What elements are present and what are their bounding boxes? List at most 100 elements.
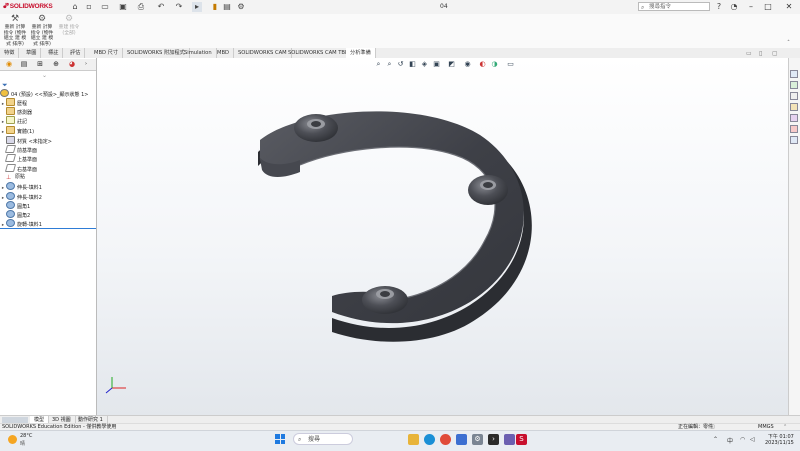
chrome-icon[interactable] (440, 434, 451, 445)
tree-item-label: 原點 (15, 174, 26, 180)
previous-view-icon[interactable]: ↺ (396, 60, 405, 69)
undo-icon[interactable]: ↶ (156, 2, 166, 12)
select-icon[interactable]: ▸ (192, 2, 202, 12)
network-icon[interactable]: ◠ (740, 436, 745, 443)
search-input[interactable]: ⌕ 搜尋指令 (638, 2, 710, 11)
file-properties-icon[interactable]: ▤ (222, 2, 232, 12)
tree-item-material[interactable]: 材質 <未指定> (0, 136, 52, 145)
custom-properties-icon[interactable] (790, 125, 798, 133)
tab-mbd[interactable]: MBD (213, 48, 235, 58)
tab-features[interactable]: 特徵 (0, 48, 20, 58)
window-tile-icon[interactable]: ▯ (759, 50, 762, 57)
resources-icon[interactable] (790, 70, 798, 78)
file-explorer-icon[interactable] (790, 92, 798, 100)
sensor-icon (6, 107, 15, 115)
home-icon[interactable]: ⌂ (70, 2, 80, 12)
view-orientation-icon[interactable]: ▣ (432, 60, 441, 69)
tree-item-revolve1[interactable]: ▸ 旋轉-填料1 (0, 219, 42, 228)
open-icon[interactable]: ▭ (100, 2, 110, 12)
tree-item-annotations[interactable]: ▸ 註記 (0, 116, 27, 125)
tab-mbd-dimensions[interactable]: MBD 尺寸 (90, 48, 124, 58)
tree-item-right-plane[interactable]: 右基準面 (0, 164, 37, 173)
new-icon[interactable]: ▫ (84, 2, 94, 12)
property-manager-tab-icon[interactable]: ▤ (18, 60, 30, 69)
clock[interactable]: 下午 01:07 2023/11/15 (765, 433, 794, 446)
display-manager-tab-icon[interactable]: ◕ (66, 60, 78, 69)
tab-cam-tbm[interactable]: SOLIDWORKS CAM TBM (284, 48, 355, 58)
rebuild-order-button-2[interactable]: ⚙ 重新 計算 指令 (物件 組立 建 模式 排序) (29, 15, 55, 47)
help-icon[interactable]: ? (714, 2, 724, 12)
windows-start-icon[interactable] (275, 434, 285, 444)
rebuild-order-button[interactable]: ⚒ 重新 計算 指令 (物件 組立 建 模式 排序) (2, 15, 28, 47)
solidworks-taskbar-icon[interactable]: S (516, 434, 527, 445)
tree-item-history[interactable]: ▸ 歷程 (0, 98, 27, 107)
view-palette-icon[interactable] (790, 103, 798, 111)
edge-icon[interactable] (424, 434, 435, 445)
tab-evaluate[interactable]: 評估 (66, 48, 86, 58)
scene-icon[interactable]: ◑ (490, 60, 499, 69)
ime-icon[interactable]: 中 (727, 436, 733, 445)
store-icon[interactable] (456, 434, 467, 445)
display-style-icon[interactable]: ◩ (447, 60, 456, 69)
app-icon[interactable] (504, 434, 515, 445)
configuration-manager-tab-icon[interactable]: ⊞ (34, 60, 46, 69)
dynamic-annotation-icon[interactable]: ◈ (420, 60, 429, 69)
tree-item-fillet1[interactable]: 圓角1 (0, 201, 30, 210)
settings-icon[interactable]: ⚙ (472, 434, 483, 445)
ribbon-collapse-icon[interactable]: ˆ (787, 40, 790, 47)
feature-manager-tab-icon[interactable]: ◉ (3, 60, 15, 69)
weather-icon[interactable] (8, 435, 17, 444)
zoom-area-icon[interactable]: ⌕ (385, 60, 394, 69)
tab-simulation[interactable]: Simulation (180, 48, 217, 58)
tree-item-label: 實體(1) (17, 129, 35, 135)
hide-show-icon[interactable]: ◉ (463, 60, 472, 69)
solidworks-forum-icon[interactable] (790, 136, 798, 144)
dimxpert-tab-icon[interactable]: ⊕ (50, 60, 62, 69)
zoom-to-fit-icon[interactable]: ⌕ (374, 60, 383, 69)
chevron-up-icon[interactable]: ⌃ (713, 436, 718, 443)
window-close-icon[interactable]: ▢ (772, 50, 778, 57)
graphics-area[interactable] (97, 58, 788, 415)
redo-icon[interactable]: ↷ (174, 2, 184, 12)
section-view-icon[interactable]: ◧ (408, 60, 417, 69)
save-icon[interactable]: ▣ (118, 2, 128, 12)
rebuild-all-button[interactable]: ⚙ 重建 指令 (全部) (56, 15, 82, 47)
traffic-light-icon[interactable]: ▮ (210, 2, 220, 12)
design-library-icon[interactable] (790, 81, 798, 89)
solid-body-icon (6, 126, 15, 134)
solidworks-logo[interactable]: ᖱᔆSOLIDWORKS (3, 3, 53, 11)
appearance-icon[interactable]: ◐ (478, 60, 487, 69)
rebuild-order-label-2: 重新 計算 指令 (物件 組立 建 模式 排序) (30, 25, 54, 47)
weather-temp[interactable]: 28°C (20, 433, 32, 439)
rollback-bar[interactable] (0, 228, 96, 229)
taskbar-search[interactable]: ⌕ 搜尋 (293, 433, 353, 445)
minimize-button[interactable]: – (744, 1, 758, 13)
tree-item-sensors[interactable]: 感測器 (0, 107, 32, 116)
more-tabs-icon[interactable]: › (80, 60, 92, 69)
maximize-button[interactable]: □ (761, 1, 775, 13)
tab-cam[interactable]: SOLIDWORKS CAM (234, 48, 292, 58)
tab-sketch[interactable]: 草圖 (22, 48, 42, 58)
appearances-icon[interactable] (790, 114, 798, 122)
tree-root[interactable]: 04 (預設) <<預設>_顯示狀態 1> (0, 89, 88, 98)
tree-item-front-plane[interactable]: 前基準面 (0, 145, 37, 154)
file-explorer-icon[interactable] (408, 434, 419, 445)
volume-icon[interactable]: ◁ (750, 436, 755, 443)
print-icon[interactable]: ⎙ (136, 2, 146, 12)
tree-item-top-plane[interactable]: 上基準面 (0, 154, 37, 163)
terminal-icon[interactable]: › (488, 434, 499, 445)
tree-item-solid-bodies[interactable]: ▸ 實體(1) (0, 126, 34, 135)
tree-item-extrude1[interactable]: ▸ 伸長-填料1 (0, 182, 42, 191)
panel-collapse-icon[interactable]: ⌄ (42, 72, 47, 79)
window-restore-icon[interactable]: ▭ (746, 50, 752, 57)
tab-analysis-prep[interactable]: 分析準備 (346, 48, 376, 58)
weather-desc[interactable]: 晴 (20, 440, 25, 447)
view-settings-icon[interactable]: ▭ (506, 60, 515, 69)
tab-markup[interactable]: 標註 (44, 48, 64, 58)
close-button[interactable]: ✕ (782, 1, 796, 13)
tree-item-extrude2[interactable]: ▸ 伸長-填料2 (0, 192, 42, 201)
tree-item-fillet2[interactable]: 圓角2 (0, 210, 30, 219)
user-icon[interactable]: ◔ (729, 2, 739, 12)
options-icon[interactable]: ⚙ (236, 2, 246, 12)
tree-item-origin[interactable]: ⊥ 原點 (0, 173, 25, 182)
